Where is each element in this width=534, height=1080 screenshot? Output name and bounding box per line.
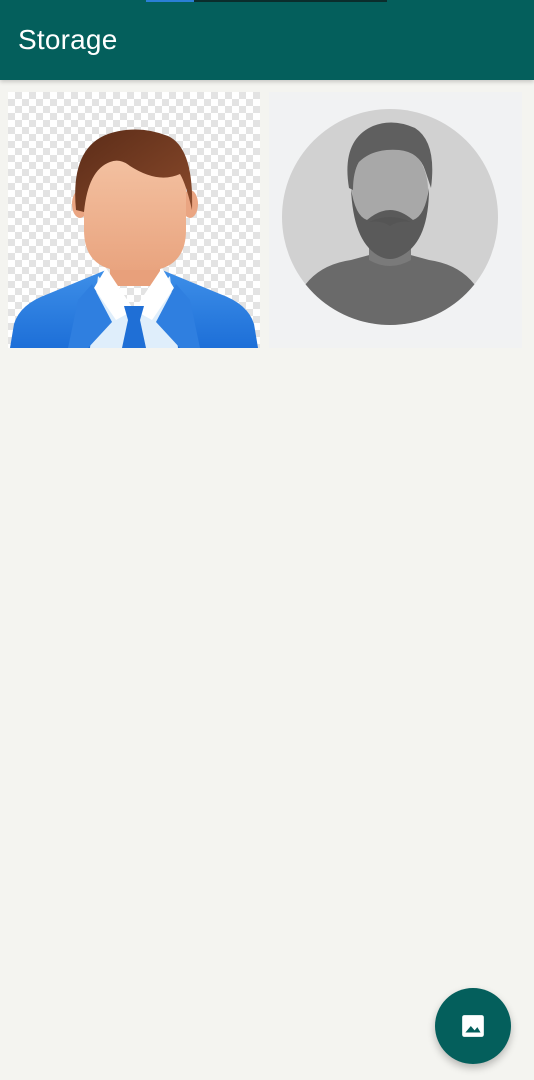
image-tile-silhouette[interactable] (269, 92, 522, 348)
image-icon (462, 1015, 484, 1037)
status-strip (0, 0, 534, 2)
image-tile-businessman[interactable] (8, 92, 260, 348)
pick-image-button[interactable] (435, 988, 511, 1064)
page-title: Storage (18, 24, 118, 55)
businessman-avatar (10, 129, 258, 348)
storage-screen: Storage (0, 0, 534, 1080)
bearded-man-silhouette-avatar (282, 109, 498, 325)
app-bar: Storage (0, 0, 534, 80)
